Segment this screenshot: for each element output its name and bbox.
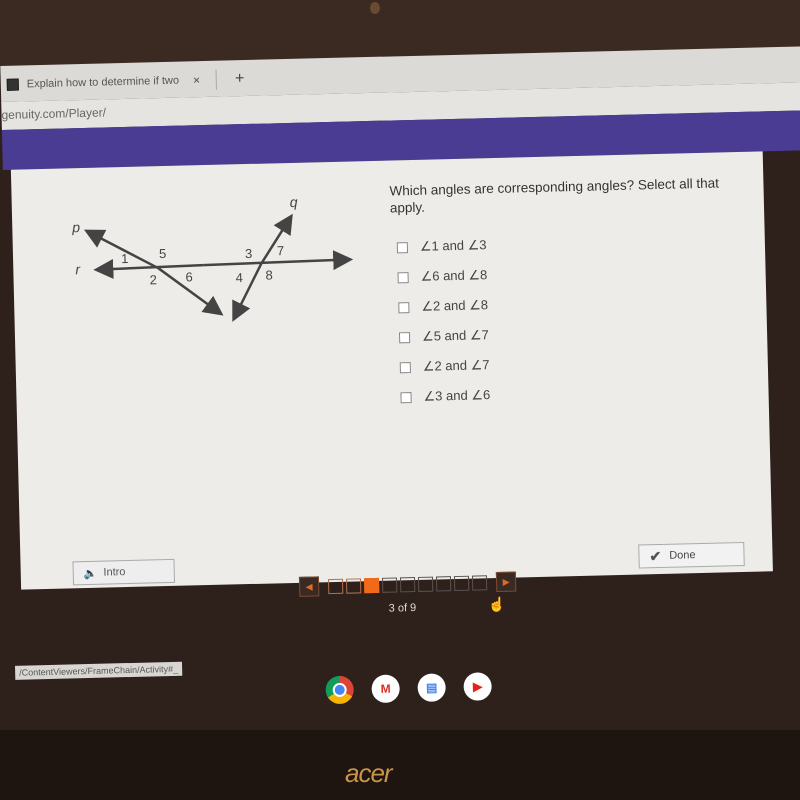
option-1[interactable]: ∠1 and ∠3 bbox=[396, 230, 487, 262]
chrome-icon[interactable] bbox=[325, 675, 355, 705]
question-panel: p q r 1 2 3 4 5 6 7 8 Which angles are c… bbox=[10, 151, 773, 590]
page-7[interactable] bbox=[435, 575, 452, 592]
checkbox[interactable] bbox=[396, 241, 409, 253]
angle-7: 7 bbox=[277, 243, 285, 258]
browser-tab[interactable]: Explain how to determine if two × + bbox=[6, 64, 245, 100]
option-label: ∠1 and ∠3 bbox=[419, 237, 487, 254]
angle-4: 4 bbox=[235, 270, 243, 285]
gmail-icon[interactable]: M bbox=[371, 674, 401, 704]
check-icon: ✔ bbox=[649, 547, 662, 564]
tab-divider bbox=[215, 69, 218, 90]
angle-1: 1 bbox=[121, 251, 129, 266]
page-9[interactable] bbox=[471, 574, 488, 591]
page-8[interactable] bbox=[453, 575, 470, 591]
page-4[interactable] bbox=[381, 576, 398, 593]
option-2[interactable]: ∠6 and ∠8 bbox=[397, 260, 487, 292]
page-5[interactable] bbox=[399, 576, 416, 592]
speaker-icon: 🔈 bbox=[83, 567, 98, 580]
label-r: r bbox=[75, 261, 81, 277]
pager: ◀ ▶ bbox=[293, 571, 522, 597]
line-r bbox=[203, 250, 354, 271]
hand-cursor-icon: ☝ bbox=[488, 596, 506, 612]
app-shelf: M ▤ ▶ bbox=[325, 672, 492, 705]
option-label: ∠2 and ∠7 bbox=[422, 357, 490, 374]
option-5[interactable]: ∠2 and ∠7 bbox=[399, 350, 490, 382]
answer-options: ∠1 and ∠3 ∠6 and ∠8 ∠2 and ∠8 ∠5 and ∠7 … bbox=[396, 230, 491, 412]
done-label: Done bbox=[669, 549, 696, 562]
angle-3: 3 bbox=[245, 246, 253, 261]
screen: Explain how to determine if two × + genu… bbox=[0, 32, 800, 705]
chevron-right-icon: ▶ bbox=[502, 576, 510, 587]
youtube-icon[interactable]: ▶ bbox=[463, 672, 492, 701]
option-3[interactable]: ∠2 and ∠8 bbox=[398, 290, 488, 322]
angle-8: 8 bbox=[265, 267, 273, 282]
next-page-button[interactable]: ▶ bbox=[495, 571, 517, 593]
option-label: ∠5 and ∠7 bbox=[421, 327, 489, 344]
brand-logo: acer bbox=[345, 758, 393, 788]
page-1[interactable] bbox=[327, 578, 344, 594]
checkbox[interactable] bbox=[399, 361, 411, 373]
page-6[interactable] bbox=[417, 576, 434, 592]
option-label: ∠3 and ∠6 bbox=[423, 387, 491, 404]
angle-6: 6 bbox=[185, 269, 193, 284]
prev-page-button[interactable]: ◀ bbox=[298, 576, 320, 597]
intro-label: Intro bbox=[103, 566, 126, 579]
page-2[interactable] bbox=[345, 577, 362, 594]
tab-title: Explain how to determine if two bbox=[26, 74, 180, 91]
status-url: /ContentViewers/FrameChain/Activity#_ bbox=[15, 661, 183, 680]
option-6[interactable]: ∠3 and ∠6 bbox=[400, 380, 490, 412]
angle-diagram: p q r 1 2 3 4 5 6 7 8 bbox=[71, 194, 354, 322]
checkbox[interactable] bbox=[397, 271, 409, 283]
line-q bbox=[260, 213, 293, 265]
option-4[interactable]: ∠5 and ∠7 bbox=[398, 320, 489, 352]
intro-button[interactable]: 🔈 Intro bbox=[72, 558, 176, 586]
new-tab-button[interactable]: + bbox=[235, 70, 245, 88]
checkbox[interactable] bbox=[398, 301, 410, 313]
url-text[interactable]: genuity.com/Player/ bbox=[1, 105, 106, 122]
close-icon[interactable]: × bbox=[193, 73, 200, 87]
angle-5: 5 bbox=[159, 246, 167, 261]
page-3[interactable] bbox=[363, 577, 380, 593]
webcam bbox=[370, 2, 380, 14]
label-q: q bbox=[290, 194, 298, 210]
label-p: p bbox=[71, 219, 80, 235]
docs-icon[interactable]: ▤ bbox=[417, 673, 446, 702]
page-count: 3 of 9 bbox=[388, 601, 417, 615]
question-prompt: Which angles are corresponding angles? S… bbox=[389, 175, 720, 216]
chevron-left-icon: ◀ bbox=[305, 581, 313, 592]
angle-2: 2 bbox=[149, 272, 157, 287]
keyboard bbox=[0, 730, 800, 800]
favicon-icon bbox=[6, 78, 19, 91]
checkbox[interactable] bbox=[398, 331, 411, 343]
option-label: ∠6 and ∠8 bbox=[420, 267, 488, 284]
done-button[interactable]: ✔ Done bbox=[638, 541, 745, 569]
option-label: ∠2 and ∠8 bbox=[421, 297, 489, 314]
checkbox[interactable] bbox=[400, 391, 412, 403]
